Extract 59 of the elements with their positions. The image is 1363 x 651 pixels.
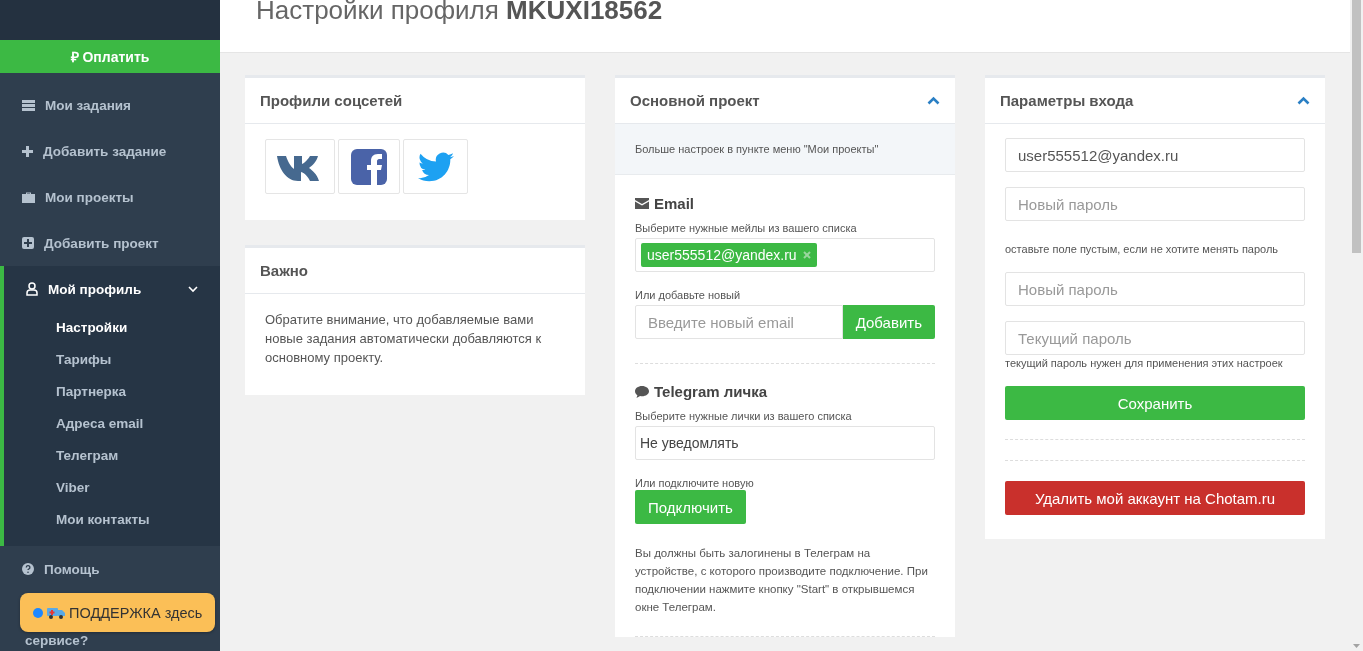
field-label: Или подключите новую <box>635 477 755 489</box>
vk-button[interactable] <box>265 139 335 194</box>
server-icon <box>22 99 35 111</box>
field-label: Выберите нужные лички из вашего списка <box>635 410 853 422</box>
facebook-button[interactable] <box>338 139 400 194</box>
hint-text: текущий пароль нужен для применения этих настроек <box>1005 357 1284 369</box>
submenu-item[interactable]: Партнерка <box>4 376 220 408</box>
info-banner: Больше настроек в пункте меню "Мои проекты" <box>615 124 955 175</box>
submenu-item[interactable]: Адреса email <box>4 408 220 440</box>
telegram-select[interactable]: Не уведомлять <box>635 426 935 460</box>
section-heading: Telegram личка <box>654 383 768 400</box>
twitter-button[interactable] <box>403 139 468 194</box>
tag-text: user555512@yandex.ru <box>647 247 797 263</box>
sidebar-item[interactable]: Мои проекты <box>0 174 220 220</box>
card-title: Важно <box>260 262 309 279</box>
card-title: Параметры входа <box>1000 92 1134 109</box>
plus-icon <box>22 145 33 157</box>
plus-square-icon <box>22 237 34 249</box>
envelope-icon <box>635 198 649 209</box>
facebook-logo-icon <box>351 148 387 185</box>
ambulance-icon <box>47 606 65 619</box>
sidebar-item[interactable]: Мой профиль <box>4 266 220 312</box>
telegram-note: Вы должны быть залогинены в Телеграм на устройстве, с которого производите подключение. При подключении нажмите кнопку "Start" в открывшемся окне Телеграм. <box>635 546 929 615</box>
text-field[interactable]: Текущий пароль <box>1005 321 1305 355</box>
text-field[interactable]: Новый пароль <box>1005 187 1305 221</box>
chevron-down-icon <box>188 285 198 293</box>
delete-account-button[interactable]: Удалить мой аккаунт на Chotam.ru <box>1005 481 1305 515</box>
chevron-up-icon[interactable] <box>1297 96 1310 105</box>
card-title: Основной проект <box>630 92 760 109</box>
briefcase-icon <box>22 191 35 203</box>
sidebar-item[interactable]: Мои задания <box>0 82 220 128</box>
info-text: Обратите внимание, что добавляемые вами новые задания автоматически добавляются к основному проекту. <box>264 311 543 367</box>
sidebar-item[interactable]: Помощь <box>0 546 220 592</box>
submenu-item[interactable]: Viber <box>4 472 220 504</box>
sidebar-item[interactable]: Добавить проект <box>0 220 220 266</box>
field-label: Выберите нужные мейлы из вашего списка <box>635 222 858 234</box>
section-heading: Email <box>654 195 695 212</box>
submenu-item[interactable]: Настройки <box>4 312 220 344</box>
hint-text: оставьте поле пустым, если не хотите менять пароль <box>1005 243 1280 255</box>
support-badge[interactable]: ПОДДЕРЖКА здесь <box>20 593 215 632</box>
speech-bubble-icon <box>635 385 649 398</box>
status-dot-icon <box>33 607 43 618</box>
bird-icon <box>417 151 454 182</box>
help-icon <box>22 563 34 575</box>
field-label: Или добавьте новый <box>635 289 742 301</box>
page-title: Настройки профиля MKUXI18562 <box>256 0 663 26</box>
text-field[interactable]: Новый пароль <box>1005 272 1305 306</box>
submenu-item[interactable]: Тарифы <box>4 344 220 376</box>
submenu-item[interactable]: Телеграм <box>4 440 220 472</box>
text-field[interactable]: user555512@yandex.ru <box>1005 138 1305 172</box>
scroll-down-icon[interactable] <box>1350 641 1363 651</box>
chevron-up-icon[interactable] <box>927 96 940 105</box>
menu-text: сервисе? <box>25 633 89 648</box>
sidebar-item[interactable]: Добавить задание <box>0 128 220 174</box>
scrollbar-thumb[interactable] <box>1352 0 1361 253</box>
submenu-item[interactable]: Мои контакты <box>4 504 220 536</box>
card-title: Профили соцсетей <box>260 92 403 109</box>
user-icon <box>26 282 38 296</box>
email-input[interactable]: Введите новый email <box>635 305 843 339</box>
